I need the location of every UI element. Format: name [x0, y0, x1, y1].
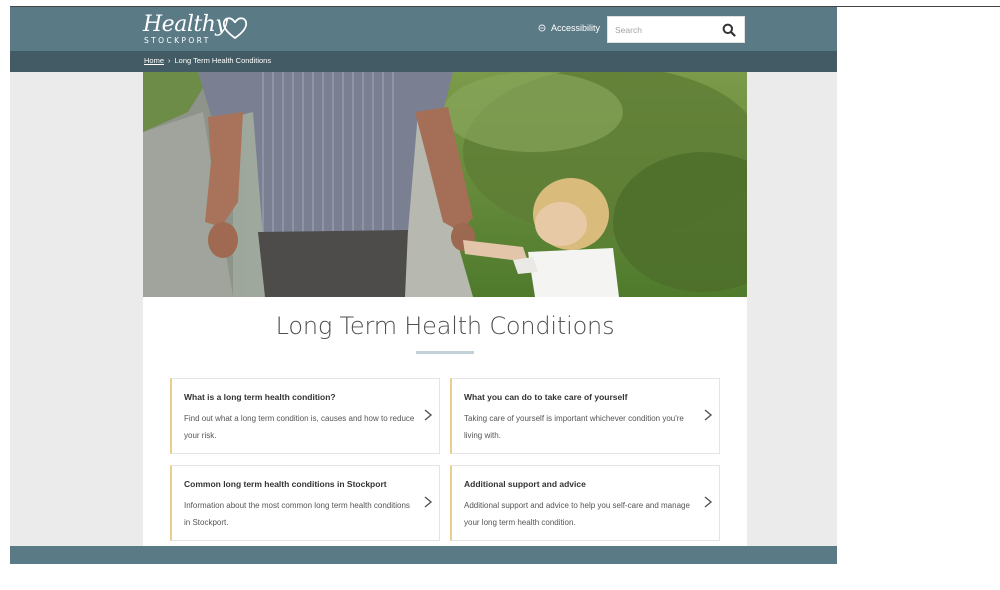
- logo-text: Healthy: [143, 12, 228, 37]
- chevron-right-icon: [704, 409, 713, 421]
- search-box: [607, 16, 745, 43]
- accessibility-icon: [538, 24, 546, 32]
- card-common-conditions[interactable]: Common long term health conditions in St…: [170, 465, 440, 541]
- card-description: Additional support and advice to help yo…: [464, 501, 690, 527]
- card-description: Find out what a long term condition is, …: [184, 414, 415, 440]
- card-title: What you can do to take care of yourself: [464, 392, 628, 402]
- logo-subtext: STOCKPORT: [144, 36, 211, 45]
- browser-page: Healthy STOCKPORT Accessibility Home ›: [10, 7, 837, 564]
- title-divider: [416, 351, 474, 354]
- accessibility-link[interactable]: Accessibility: [538, 23, 600, 33]
- breadcrumb-home-link[interactable]: Home: [144, 56, 164, 65]
- site-logo[interactable]: Healthy STOCKPORT: [143, 12, 253, 46]
- chevron-right-icon: [424, 496, 433, 508]
- card-title: Additional support and advice: [464, 479, 586, 489]
- accessibility-label: Accessibility: [551, 23, 601, 33]
- card-title: Common long term health conditions in St…: [184, 479, 387, 489]
- page-title: Long Term Health Conditions: [275, 312, 615, 340]
- heart-icon: [222, 17, 248, 40]
- chevron-right-icon: [704, 496, 713, 508]
- main-content: Long Term Health Conditions What is a lo…: [143, 72, 747, 546]
- breadcrumb-bar: Home › Long Term Health Conditions: [10, 51, 837, 72]
- chevron-right-icon: [424, 409, 433, 421]
- card-take-care[interactable]: What you can do to take care of yourself…: [450, 378, 720, 454]
- breadcrumb-separator: ›: [168, 56, 171, 65]
- card-description: Information about the most common long t…: [184, 501, 410, 527]
- site-footer: [10, 546, 837, 564]
- card-title: What is a long term health condition?: [184, 392, 336, 402]
- search-input[interactable]: [615, 23, 715, 37]
- breadcrumb-current: Long Term Health Conditions: [174, 56, 272, 65]
- card-description: Taking care of yourself is important whi…: [464, 414, 684, 440]
- site-header: Healthy STOCKPORT Accessibility: [10, 7, 837, 51]
- breadcrumb: Home › Long Term Health Conditions: [144, 56, 271, 65]
- card-additional-support[interactable]: Additional support and advice Additional…: [450, 465, 720, 541]
- hero-image: [143, 72, 747, 297]
- card-what-is-condition[interactable]: What is a long term health condition? Fi…: [170, 378, 440, 454]
- search-icon[interactable]: [722, 23, 736, 37]
